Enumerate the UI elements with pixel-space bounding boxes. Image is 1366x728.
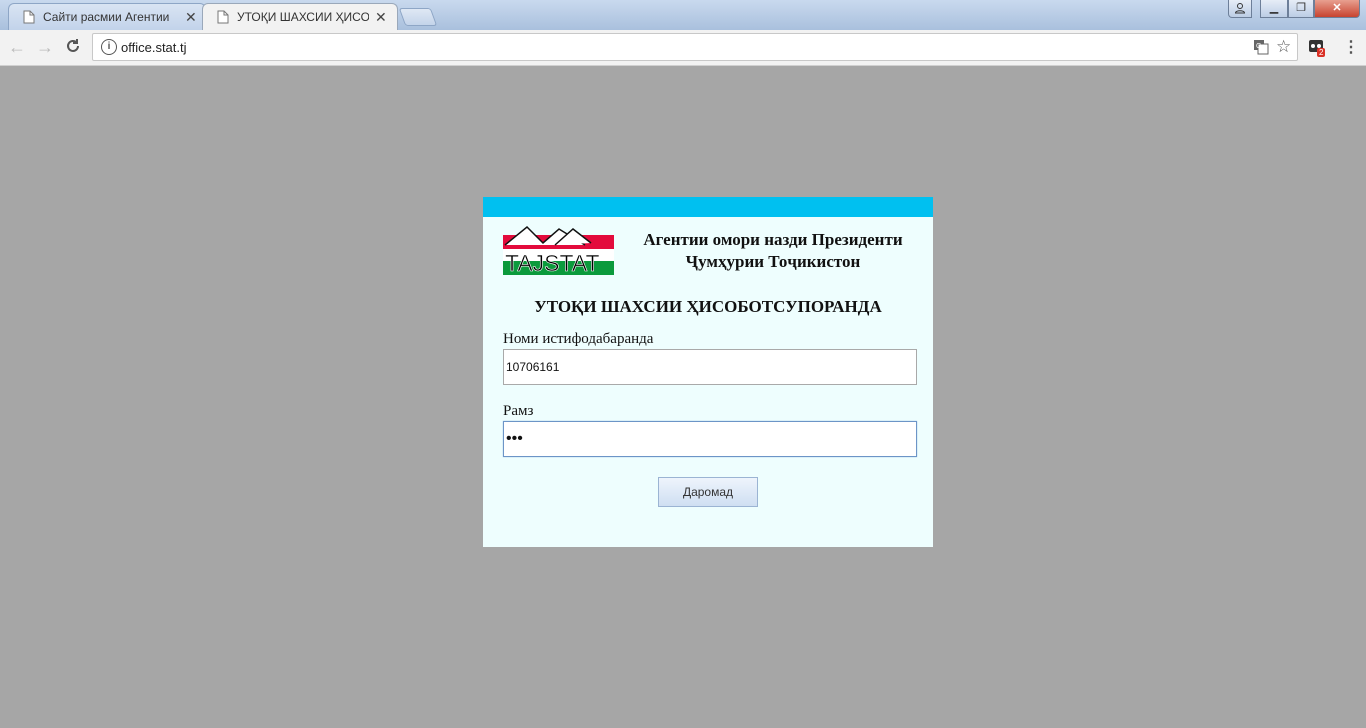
org-line-1: Агентии омори назди Президенти xyxy=(643,230,903,249)
panel-header-bar xyxy=(483,197,933,217)
svg-text:TAJSTAT: TAJSTAT xyxy=(505,250,600,275)
close-tab-icon[interactable]: ✕ xyxy=(375,9,387,26)
close-window-icon[interactable]: ✕ xyxy=(1314,0,1360,18)
password-field[interactable] xyxy=(503,421,917,457)
username-label: Номи истифодабаранда xyxy=(503,331,654,347)
browser-toolbar: ← → i office.stat.tj G ☆ 2 ⋮ xyxy=(0,30,1366,66)
translate-icon[interactable]: G xyxy=(1253,39,1269,60)
tab-official-site[interactable]: Сайти расмии Агентии ✕ xyxy=(8,3,206,30)
forward-icon[interactable]: → xyxy=(36,37,54,58)
address-bar[interactable]: i office.stat.tj G ☆ xyxy=(92,33,1298,61)
tajstat-logo: TAJSTAT xyxy=(503,223,614,276)
bookmark-star-icon[interactable]: ☆ xyxy=(1276,37,1291,57)
login-panel: TAJSTAT Агентии омори назди Президенти Ҷ… xyxy=(483,197,933,547)
new-tab-button[interactable] xyxy=(398,8,438,26)
minimize-icon[interactable]: ▁ xyxy=(1260,0,1288,18)
close-tab-icon[interactable]: ✕ xyxy=(185,9,197,26)
tab-title: УТОҚИ ШАХСИИ ҲИСОБ xyxy=(237,10,369,24)
organization-name: Агентии омори назди Президенти Ҷумҳурии … xyxy=(623,229,923,273)
page-title: УТОҚИ ШАХСИИ ҲИСОБОТСУПОРАНДА xyxy=(534,297,882,316)
profile-icon[interactable] xyxy=(1228,0,1252,18)
reload-icon[interactable] xyxy=(64,37,82,60)
extension-icon[interactable]: 2 xyxy=(1308,38,1326,61)
login-button[interactable]: Даромад xyxy=(658,477,758,507)
page-icon xyxy=(217,10,229,27)
password-label: Рамз xyxy=(503,403,534,419)
url-text: office.stat.tj xyxy=(121,40,187,55)
restore-icon[interactable]: ❐ xyxy=(1288,0,1314,18)
tab-strip: Сайти расмии Агентии ✕ УТОҚИ ШАХСИИ ҲИСО… xyxy=(0,0,1366,30)
menu-icon[interactable]: ⋮ xyxy=(1343,37,1359,57)
info-icon[interactable]: i xyxy=(101,39,117,55)
org-line-2: Ҷумҳурии Тоҷикистон xyxy=(685,252,861,271)
tab-title: Сайти расмии Агентии xyxy=(43,10,170,24)
svg-text:G: G xyxy=(1256,43,1261,50)
extension-badge: 2 xyxy=(1317,48,1326,57)
username-field[interactable] xyxy=(503,349,917,385)
back-icon[interactable]: ← xyxy=(8,37,26,58)
page-icon xyxy=(23,10,35,27)
tab-personal-office[interactable]: УТОҚИ ШАХСИИ ҲИСОБ ✕ xyxy=(202,3,398,30)
